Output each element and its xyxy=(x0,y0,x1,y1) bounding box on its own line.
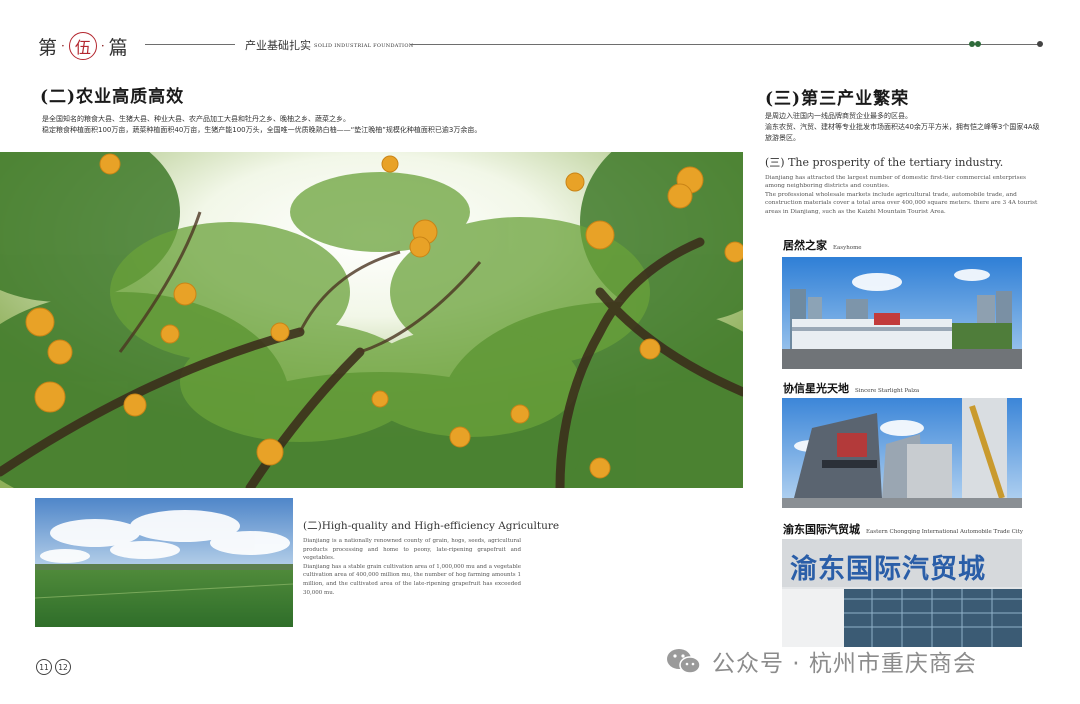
left-english-title: (二)High-quality and High-efficiency Agri… xyxy=(303,520,560,532)
caption-easyhome: 居然之家 Easyhome xyxy=(783,237,862,253)
section-label-en: SOLID INDUSTRIAL FOUNDATION xyxy=(314,43,414,49)
caption-auto-trade-city: 渝东国际汽贸城 Eastern Chongqing International … xyxy=(783,521,1023,537)
right-english-title: (三) The prosperity of the tertiary indus… xyxy=(765,156,1004,169)
chapter-number-badge: 伍 xyxy=(68,32,97,60)
right-english-para2: The professional wholesale markets inclu… xyxy=(765,191,1038,215)
left-english-para1: Dianjiang is a nationally renowned count… xyxy=(303,538,521,562)
auto-trade-city-photo: 渝东国际汽贸城 xyxy=(782,539,1022,647)
farmland-photo xyxy=(35,498,293,627)
caption-starlight-zh: 协信星光天地 xyxy=(783,382,849,395)
left-english-para2: Dianjiang has a stable grain cultivation… xyxy=(303,563,521,596)
wechat-icon xyxy=(667,649,701,674)
page-number-left: 11 xyxy=(36,659,52,675)
auto-trade-city-sign: 渝东国际汽贸城 xyxy=(790,554,986,585)
chapter-prefix: 第 xyxy=(38,36,58,59)
caption-easyhome-zh: 居然之家 xyxy=(783,239,827,252)
caption-auto-trade-city-en: Eastern Chongqing International Automobi… xyxy=(866,529,1023,535)
easyhome-photo xyxy=(782,257,1022,369)
caption-easyhome-en: Easyhome xyxy=(833,245,862,251)
left-intro-line1: 是全国知名的粮食大县、生猪大县、种业大县、农产品加工大县和牡丹之乡、晚柚之乡、蔬… xyxy=(42,115,350,123)
page-number-right: 12 xyxy=(55,659,71,675)
chapter-title: 第 · 伍 · 篇 xyxy=(38,32,128,60)
header-rule-left xyxy=(145,44,235,45)
watermark-text: 公众号 · 杭州市重庆商会 xyxy=(712,651,977,677)
left-intro-line2: 稳定粮食种植面积100万亩，蔬菜种植面积40万亩，生猪产能100万头，全国唯一优… xyxy=(42,126,482,134)
grapefruit-tree-photo xyxy=(0,152,743,488)
left-english-block: (二)High-quality and High-efficiency Agri… xyxy=(303,518,560,597)
right-heading: (三)第三产业繁荣 xyxy=(765,89,910,109)
right-english-para1: Dianjiang has attracted the largest numb… xyxy=(765,175,1026,190)
chapter-dot: · xyxy=(61,39,65,53)
right-intro-line1: 是周边入驻国内一线品牌商贸企业最多的区县。 xyxy=(765,112,912,120)
header-dot xyxy=(975,41,981,47)
caption-starlight-en: Sincere Starlight Palza xyxy=(855,388,920,394)
section-label: 产业基础扎实 SOLID INDUSTRIAL FOUNDATION xyxy=(245,37,413,53)
right-english-body: Dianjiang has attracted the largest numb… xyxy=(765,174,1047,216)
chapter-suffix: 篇 xyxy=(108,36,128,59)
header-dot xyxy=(1037,41,1043,47)
header-rule-right xyxy=(410,44,1040,45)
wechat-watermark: 公众号 · 杭州市重庆商会 xyxy=(664,644,977,678)
page-numbers: 11 12 xyxy=(36,659,71,675)
section-label-zh: 产业基础扎实 xyxy=(245,39,311,52)
right-intro-line2: 渝东农贸、汽贸、建材等专业批发市场面积达40余万平方米，拥有恺之峰等3个国家4A… xyxy=(765,123,1040,142)
chapter-dot: · xyxy=(100,39,105,53)
caption-auto-trade-city-zh: 渝东国际汽贸城 xyxy=(783,523,860,536)
left-heading: (二)农业高质高效 xyxy=(40,87,185,107)
starlight-palza-photo xyxy=(782,398,1022,508)
caption-starlight: 协信星光天地 Sincere Starlight Palza xyxy=(783,380,919,396)
